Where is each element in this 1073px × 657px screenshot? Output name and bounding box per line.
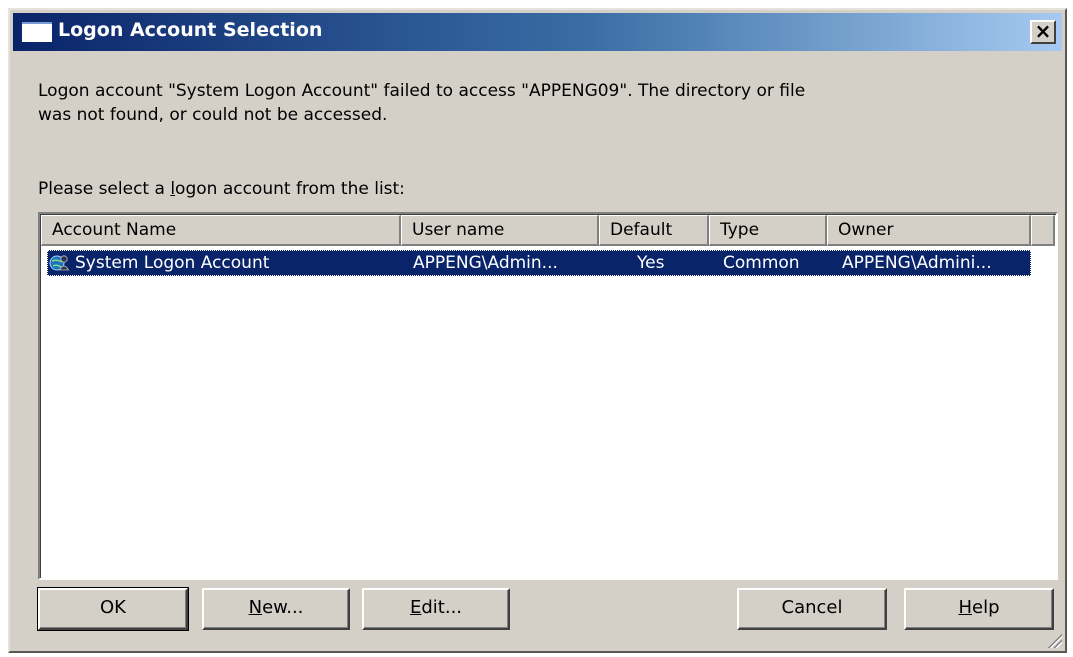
dialog-window: Logon Account Selection × Logon account … bbox=[8, 8, 1067, 653]
edit-button-accelerator: E bbox=[409, 597, 422, 618]
cell-default: Yes bbox=[637, 253, 665, 273]
title-bar[interactable]: Logon Account Selection × bbox=[13, 13, 1062, 51]
cell-account-name: System Logon Account bbox=[75, 253, 270, 273]
column-header-type[interactable]: Type bbox=[709, 215, 827, 246]
help-button-label: elp bbox=[972, 597, 1000, 618]
ok-button-label: OK bbox=[100, 597, 126, 618]
column-header-filler bbox=[1031, 215, 1055, 246]
account-list-body: Account Name User name Default Type Owne… bbox=[40, 214, 1056, 578]
window-title: Logon Account Selection bbox=[58, 19, 323, 41]
cell-owner: APPENG\Admini... bbox=[842, 253, 992, 273]
edit-button[interactable]: Edit... bbox=[362, 588, 510, 630]
cell-user-name: APPENG\Admin... bbox=[413, 253, 558, 273]
window-icon bbox=[22, 22, 52, 42]
list-prompt-label: Please select a logon account from the l… bbox=[38, 179, 405, 199]
column-header-user-name[interactable]: User name bbox=[401, 215, 599, 246]
user-globe-icon bbox=[49, 255, 70, 271]
account-list[interactable]: Account Name User name Default Type Owne… bbox=[38, 212, 1058, 580]
help-button[interactable]: Help bbox=[904, 588, 1054, 630]
edit-button-label: dit... bbox=[421, 597, 463, 618]
cancel-button[interactable]: Cancel bbox=[737, 588, 887, 630]
help-button-accelerator: H bbox=[958, 597, 973, 618]
ok-button[interactable]: OK bbox=[37, 587, 189, 631]
new-button-accelerator: N bbox=[248, 597, 263, 618]
new-button-label: ew... bbox=[262, 597, 304, 618]
table-row[interactable]: System Logon Account APPENG\Admin... Yes… bbox=[47, 250, 1031, 276]
prompt-text-after: ogon account from the list: bbox=[175, 179, 405, 199]
column-header-account-name[interactable]: Account Name bbox=[41, 215, 401, 246]
new-button[interactable]: New... bbox=[202, 588, 350, 630]
prompt-text-before: Please select a bbox=[38, 179, 171, 199]
column-header-owner[interactable]: Owner bbox=[827, 215, 1031, 246]
cancel-button-label: Cancel bbox=[781, 597, 843, 618]
column-header-default[interactable]: Default bbox=[599, 215, 709, 246]
list-header: Account Name User name Default Type Owne… bbox=[41, 215, 1055, 246]
error-message-line-2: was not found, or could not be accessed. bbox=[38, 105, 388, 125]
error-message-line-1: Logon account "System Logon Account" fai… bbox=[38, 81, 806, 101]
close-button[interactable]: × bbox=[1030, 20, 1056, 44]
resize-grip[interactable] bbox=[1046, 632, 1062, 648]
cell-type: Common bbox=[723, 253, 800, 273]
error-message: Logon account "System Logon Account" fai… bbox=[38, 79, 968, 127]
